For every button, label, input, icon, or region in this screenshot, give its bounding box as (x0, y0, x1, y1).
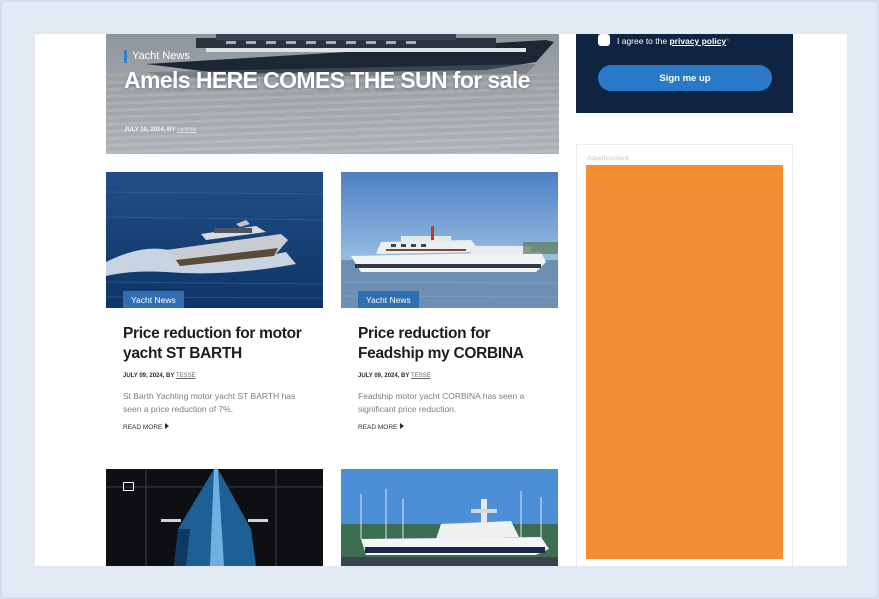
privacy-agree-label: I agree to the privacy policy* (617, 36, 729, 46)
article-card (341, 469, 558, 566)
hero-meta: JULY 10, 2024, BY TESSE (124, 127, 197, 133)
article-thumbnail[interactable] (341, 469, 558, 566)
hero-category-tag[interactable]: Yacht News (124, 50, 190, 63)
agree-text: I agree to the (617, 36, 668, 46)
article-excerpt: Feadship motor yacht CORBINA has seen a … (358, 391, 525, 414)
advertisement-widget: Advertisement (576, 144, 793, 566)
yacht-shed-image (106, 469, 323, 566)
article-meta: JULY 09, 2024, BY TESSE (358, 373, 431, 379)
article-title[interactable]: Price reduction for motor yacht ST BARTH (123, 324, 318, 364)
read-more-link[interactable]: READ MORE (123, 423, 169, 431)
hero-by: , BY (163, 127, 176, 133)
yacht-corbina-image (341, 172, 558, 308)
hero-title[interactable]: Amels HERE COMES THE SUN for sale (124, 67, 544, 93)
article-card (106, 469, 323, 566)
article-by: , BY (162, 373, 175, 379)
newsletter-widget: I agree to the privacy policy* Sign me u… (576, 34, 793, 113)
article-thumbnail[interactable]: Yacht News (341, 172, 558, 308)
article-thumbnail[interactable] (106, 469, 323, 566)
read-more-link[interactable]: READ MORE (358, 423, 404, 431)
page-content: Yacht News Amels HERE COMES THE SUN for … (35, 34, 847, 566)
article-by: , BY (397, 373, 410, 379)
category-tag[interactable]: Yacht News (123, 291, 184, 308)
article-card: Yacht News Price reduction for motor yac… (106, 172, 323, 431)
article-excerpt: St Barth Yachting motor yacht ST BARTH h… (123, 391, 296, 414)
privacy-checkbox[interactable] (598, 34, 610, 46)
category-tag[interactable]: Yacht News (358, 291, 419, 308)
sign-me-up-button[interactable]: Sign me up (598, 65, 772, 91)
gallery-icon (123, 482, 134, 491)
hero-article[interactable]: Yacht News Amels HERE COMES THE SUN for … (106, 34, 559, 154)
article-meta: JULY 09, 2024, BY TESSE (123, 373, 196, 379)
article-card: Yacht News Price reduction for Feadship … (341, 172, 558, 431)
yacht-marina-image (341, 469, 558, 566)
hero-author-link[interactable]: TESSE (177, 127, 197, 133)
article-title[interactable]: Price reduction for Feadship my CORBINA (358, 324, 553, 364)
yacht-st-barth-image (106, 172, 323, 308)
article-date: JULY 09, 2024 (123, 373, 163, 379)
privacy-policy-link[interactable]: privacy policy (669, 36, 726, 46)
advertisement-label: Advertisement (587, 155, 629, 162)
required-mark: * (726, 36, 730, 46)
article-thumbnail[interactable]: Yacht News (106, 172, 323, 308)
advertisement-banner[interactable] (586, 165, 783, 559)
article-date: JULY 09, 2024 (358, 373, 398, 379)
author-link[interactable]: TESSE (411, 373, 431, 379)
author-link[interactable]: TESSE (176, 373, 196, 379)
hero-date: JULY 10, 2024 (124, 127, 164, 133)
